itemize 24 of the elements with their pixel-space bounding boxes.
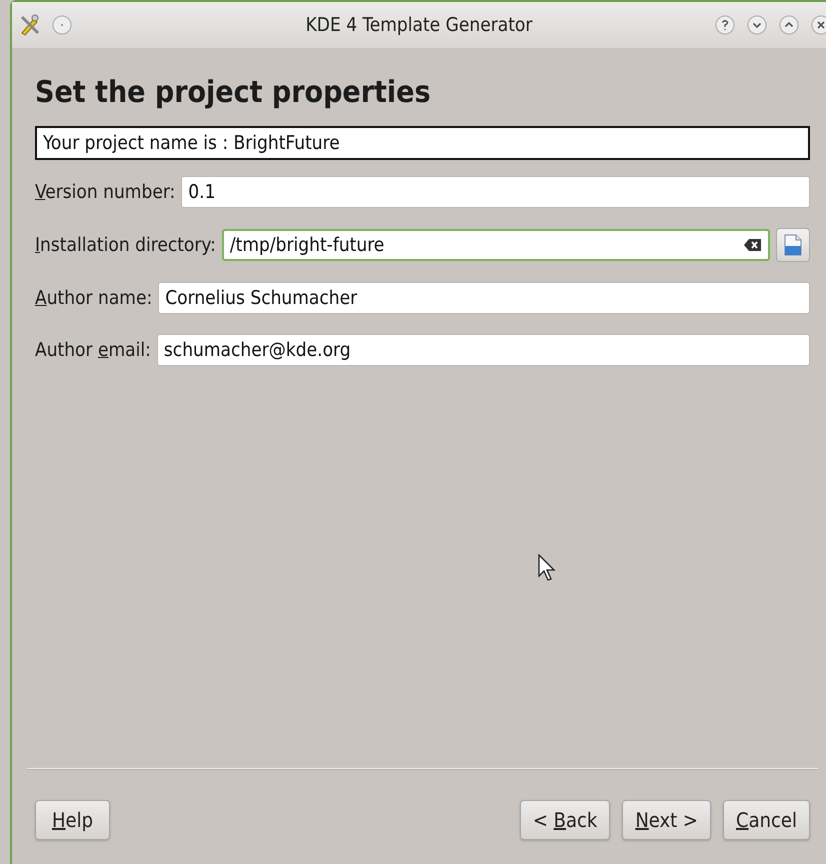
clear-icon[interactable] <box>744 238 762 252</box>
input-field[interactable]: schumacher@kde.org <box>156 334 810 366</box>
browse-button[interactable] <box>776 228 810 262</box>
input-field[interactable]: 0.1 <box>181 176 810 208</box>
minimize-icon[interactable] <box>746 14 768 36</box>
wizard-button[interactable]: < Back <box>520 800 610 840</box>
help-icon[interactable] <box>714 14 736 36</box>
tools-icon[interactable] <box>18 13 42 37</box>
field-label: Installation directory: <box>35 234 216 256</box>
field-label: Author email: <box>35 339 151 361</box>
help-button[interactable]: Help <box>35 800 110 840</box>
project-name-label: Your project name is : BrightFuture <box>35 126 810 160</box>
wizard-button[interactable]: Next > <box>622 800 712 840</box>
page-heading: Set the project properties <box>35 76 432 110</box>
maximize-icon[interactable] <box>778 14 800 36</box>
field-label: Author name: <box>35 287 152 309</box>
wizard-button[interactable]: Cancel <box>723 800 810 840</box>
document-icon <box>783 234 803 256</box>
mouse-pointer-icon <box>538 554 556 582</box>
input-field[interactable]: Cornelius Schumacher <box>158 282 810 314</box>
input-field[interactable]: /tmp/bright-future <box>222 229 770 261</box>
window-title: KDE 4 Template Generator <box>306 14 532 36</box>
close-icon[interactable] <box>810 14 826 36</box>
field-label: Version number: <box>35 181 176 203</box>
